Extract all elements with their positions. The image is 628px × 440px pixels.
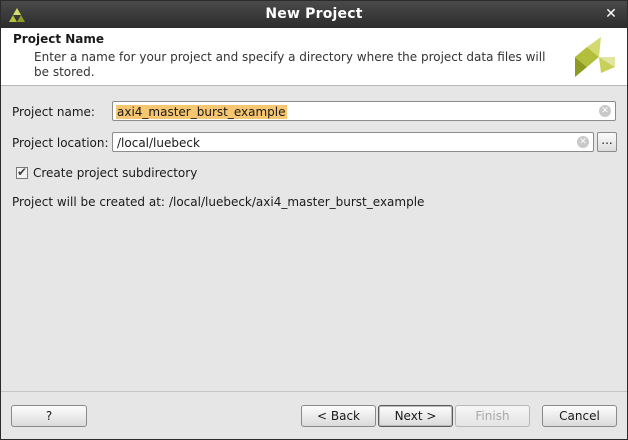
create-subdirectory-label[interactable]: Create project subdirectory (33, 166, 197, 180)
cancel-button[interactable]: Cancel (542, 405, 617, 427)
project-name-label: Project name: (12, 105, 95, 119)
create-subdirectory-checkbox[interactable]: ✔ (16, 165, 28, 179)
xilinx-logo-icon (575, 37, 615, 77)
project-location-label: Project location: (12, 136, 109, 150)
created-at-path: /local/luebeck/axi4_master_burst_example (168, 195, 425, 209)
window-title: New Project (265, 6, 363, 22)
project-name-field[interactable]: axi4_master_burst_example ✕ (112, 101, 616, 121)
new-project-dialog: New Project ✕ Project Name Enter a name … (0, 0, 628, 440)
page-title: Project Name (13, 32, 105, 46)
project-location-value: /local/luebeck (117, 136, 200, 150)
project-location-field[interactable]: /local/luebeck ✕ (112, 132, 594, 152)
title-bar[interactable]: New Project ✕ (1, 1, 627, 28)
back-button[interactable]: < Back (301, 405, 376, 427)
checkmark-icon: ✔ (17, 165, 28, 179)
finish-button[interactable]: Finish (455, 405, 530, 427)
next-button[interactable]: Next > (378, 405, 453, 427)
clear-field-icon[interactable]: ✕ (599, 105, 611, 117)
created-at-label: Project will be created at: (12, 195, 165, 209)
footer-divider (1, 391, 627, 392)
clear-field-icon[interactable]: ✕ (577, 136, 589, 148)
project-path-info: Project will be created at:/local/luebec… (12, 195, 424, 209)
project-name-value: axi4_master_burst_example (116, 105, 287, 119)
help-button[interactable]: ? (11, 405, 87, 427)
wizard-header: Project Name Enter a name for your proje… (1, 28, 627, 86)
page-description: Enter a name for your project and specif… (34, 50, 546, 79)
browse-button[interactable]: ... (597, 132, 617, 152)
close-icon[interactable]: ✕ (603, 5, 619, 23)
